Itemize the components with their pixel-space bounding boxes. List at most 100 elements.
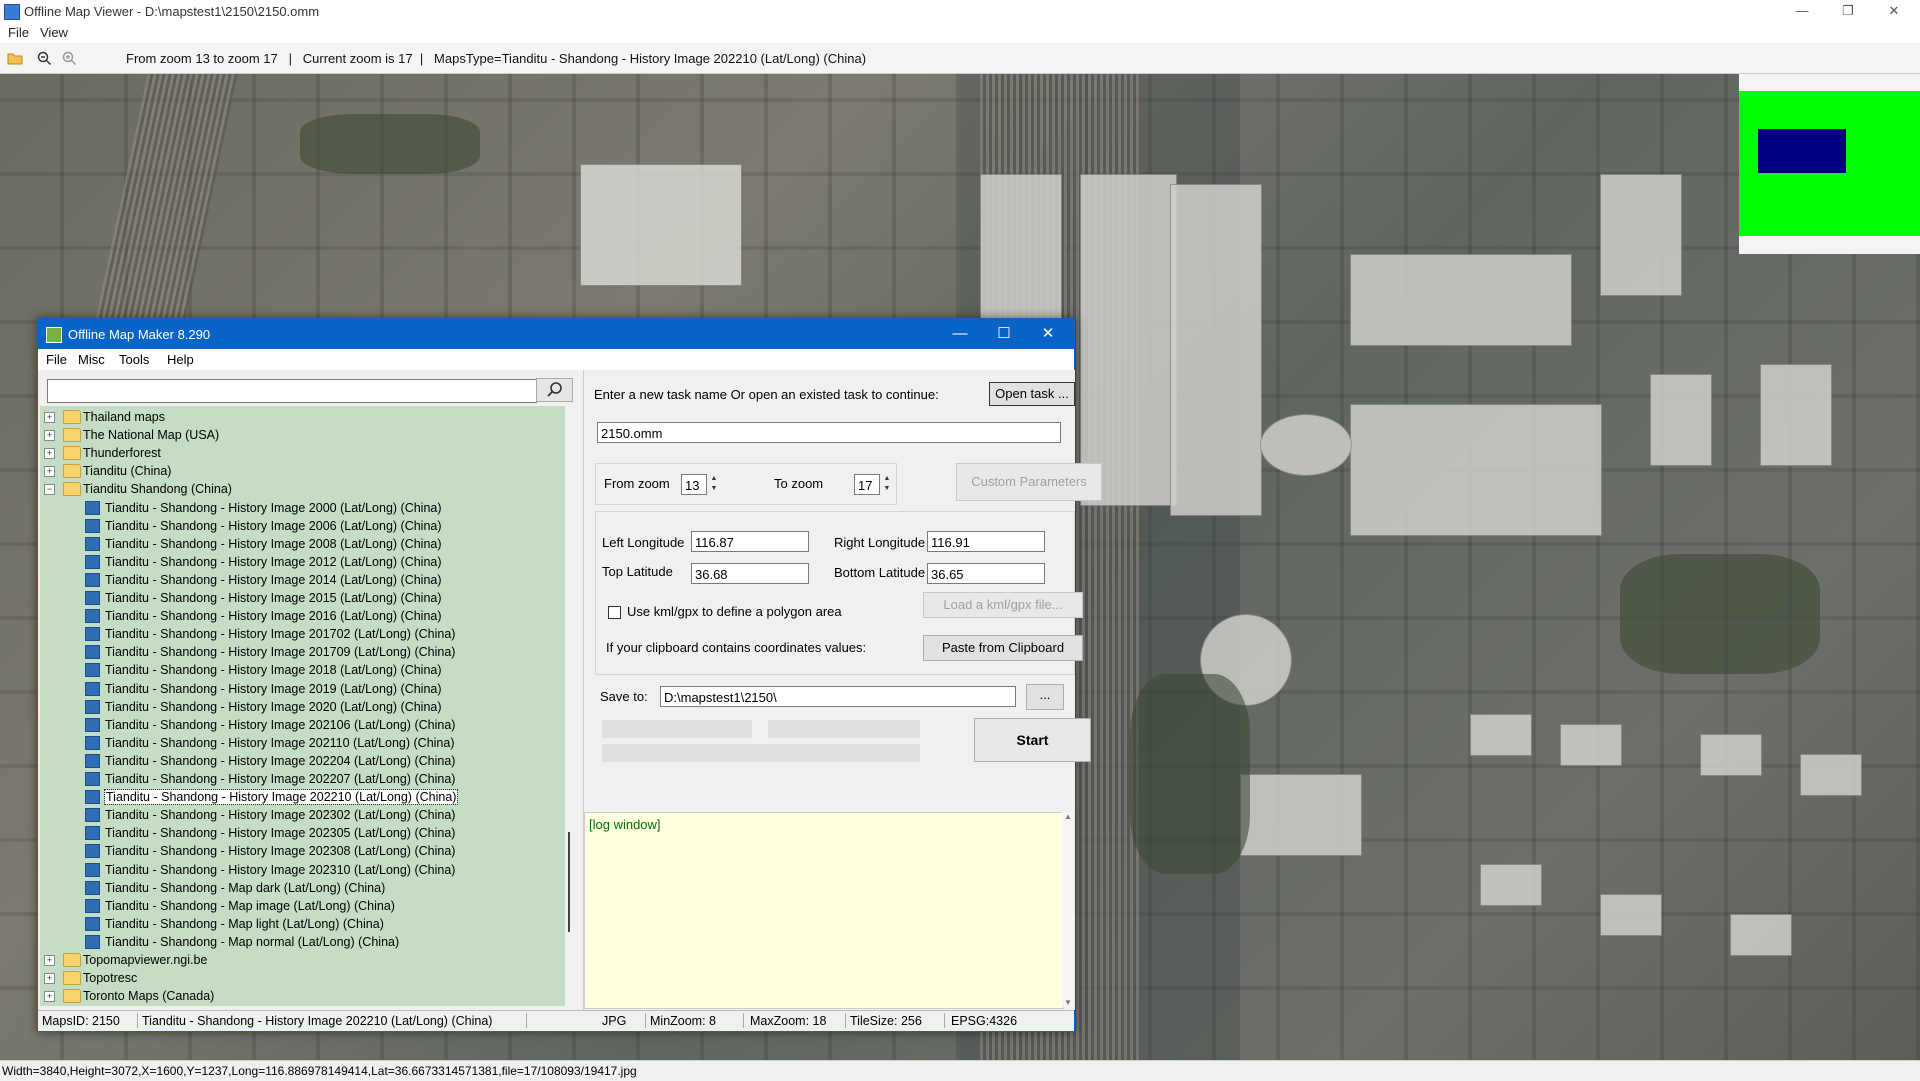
- tree-folder-item[interactable]: + Tianditu (China): [40, 462, 560, 480]
- open-folder-icon[interactable]: [7, 51, 23, 65]
- search-icon: [546, 382, 562, 397]
- task-name-input[interactable]: 2150.omm: [597, 422, 1061, 443]
- station-roof-3: [1170, 184, 1262, 516]
- top-latitude-input[interactable]: 36.68: [691, 563, 809, 584]
- tree-folder-item[interactable]: + Thunderforest: [40, 444, 560, 462]
- tree-map-item[interactable]: Tianditu - Shandong - History Image 2021…: [40, 734, 560, 752]
- tree-map-item[interactable]: Tianditu - Shandong - History Image 2023…: [40, 861, 560, 879]
- tree-map-item[interactable]: Tianditu - Shandong - History Image 2019…: [40, 680, 560, 698]
- dialog-minimize-button[interactable]: —: [938, 319, 982, 349]
- dialog-title-bar: Offline Map Maker 8.290 — ☐ ✕: [38, 319, 1074, 349]
- open-task-button[interactable]: Open task ...: [989, 382, 1075, 406]
- collapse-icon[interactable]: −: [44, 484, 55, 496]
- tree-map-item[interactable]: Tianditu - Shandong - History Image 2020…: [40, 698, 560, 716]
- map-search-input[interactable]: [47, 379, 537, 403]
- tree-map-item[interactable]: Tianditu - Shandong - Map light (Lat/Lon…: [40, 915, 560, 933]
- dialog-menu-file[interactable]: File: [46, 352, 67, 367]
- tree-folder-item[interactable]: + The National Map (USA): [40, 426, 560, 444]
- building-5: [1760, 364, 1832, 466]
- log-window[interactable]: [log window]: [584, 812, 1064, 1009]
- dialog-close-button[interactable]: ✕: [1026, 319, 1070, 349]
- folder-icon: [63, 428, 81, 443]
- zoom-in-icon[interactable]: [62, 51, 78, 65]
- close-button[interactable]: ✕: [1872, 0, 1916, 23]
- menu-view[interactable]: View: [40, 25, 68, 40]
- map-source-panel: + Thailand maps + The National Map (USA) + Th…: [38, 370, 575, 1010]
- expand-icon[interactable]: +: [44, 448, 55, 460]
- tree-map-item[interactable]: Tianditu - Shandong - History Image 2008…: [40, 535, 560, 553]
- tree-map-item[interactable]: Tianditu - Shandong - History Image 2000…: [40, 499, 560, 517]
- tree-folder-item[interactable]: + Topomapviewer.ngi.be: [40, 951, 560, 969]
- tree-map-item[interactable]: Tianditu - Shandong - History Image 2006…: [40, 517, 560, 535]
- dialog-maximize-button[interactable]: ☐: [982, 319, 1026, 349]
- browse-button[interactable]: ...: [1026, 684, 1064, 710]
- expand-icon[interactable]: +: [44, 430, 55, 442]
- tree-map-item[interactable]: Tianditu - Shandong - History Image 2023…: [40, 842, 560, 860]
- expand-icon[interactable]: +: [44, 991, 55, 1003]
- tree-folder-item[interactable]: + Topotresc: [40, 969, 560, 987]
- to-zoom-input[interactable]: 17: [854, 474, 880, 495]
- zoom-out-icon[interactable]: [37, 51, 53, 65]
- tree-map-item[interactable]: Tianditu - Shandong - History Image 2023…: [40, 806, 560, 824]
- map-source-tree[interactable]: + Thailand maps + The National Map (USA) + Th…: [40, 406, 565, 1006]
- expand-icon[interactable]: +: [44, 955, 55, 966]
- paste-clipboard-button[interactable]: Paste from Clipboard: [923, 635, 1083, 661]
- top-latitude-label: Top Latitude: [602, 564, 673, 579]
- tree-map-item[interactable]: Tianditu - Shandong - History Image 2012…: [40, 553, 560, 571]
- task-prompt: Enter a new task name Or open an existed…: [594, 387, 939, 402]
- tree-folder-item[interactable]: − Tianditu Shandong (China): [40, 480, 560, 498]
- minimize-button[interactable]: —: [1780, 0, 1824, 23]
- tree-map-item[interactable]: Tianditu - Shandong - History Image 2017…: [40, 625, 560, 643]
- tree-scrollbar-thumb[interactable]: [568, 832, 570, 932]
- dialog-menu-help[interactable]: Help: [167, 352, 194, 367]
- progress-bar-3: [602, 744, 920, 762]
- tree-folder-item[interactable]: + Thailand maps: [40, 408, 560, 426]
- log-scrollbar[interactable]: ▲ ▼: [1062, 812, 1074, 1007]
- viewer-title-bar: Offline Map Viewer - D:\mapstest1\2150\2…: [0, 0, 1920, 23]
- map-icon: [85, 572, 100, 587]
- dialog-title: Offline Map Maker 8.290: [68, 327, 211, 342]
- tree-map-item[interactable]: Tianditu - Shandong - History Image 2021…: [40, 716, 560, 734]
- building-8: [1700, 734, 1762, 776]
- tree-map-item[interactable]: Tianditu - Shandong - History Image 2022…: [40, 770, 560, 788]
- bottom-latitude-input[interactable]: 36.65: [927, 563, 1045, 584]
- tree-scrollbar[interactable]: [565, 406, 575, 1006]
- map-maker-dialog: Offline Map Maker 8.290 — ☐ ✕ File Misc …: [37, 318, 1102, 1032]
- tree-map-item[interactable]: Tianditu - Shandong - Map image (Lat/Lon…: [40, 897, 560, 915]
- overview-viewport[interactable]: [1758, 129, 1846, 173]
- left-longitude-input[interactable]: 116.87: [691, 531, 809, 552]
- expand-icon[interactable]: +: [44, 412, 55, 423]
- tree-map-item[interactable]: Tianditu - Shandong - History Image 2014…: [40, 571, 560, 589]
- from-zoom-input[interactable]: 13: [681, 474, 707, 495]
- kml-polygon-checkbox[interactable]: [608, 606, 621, 619]
- tree-map-item[interactable]: Tianditu - Shandong - History Image 2015…: [40, 589, 560, 607]
- tree-map-item[interactable]: Tianditu - Shandong - History Image 2016…: [40, 607, 560, 625]
- dialog-menu-misc[interactable]: Misc: [78, 352, 105, 367]
- map-icon: [85, 500, 100, 515]
- tree-map-item[interactable]: Tianditu - Shandong - Map dark (Lat/Long…: [40, 879, 560, 897]
- tree-map-item[interactable]: Tianditu - Shandong - History Image 2017…: [40, 643, 560, 661]
- dialog-menu-tools[interactable]: Tools: [119, 352, 149, 367]
- custom-parameters-button[interactable]: Custom Parameters: [956, 463, 1102, 501]
- map-search-button[interactable]: [536, 378, 573, 402]
- expand-icon[interactable]: +: [44, 973, 55, 985]
- overview-minimap[interactable]: [1739, 74, 1920, 254]
- menu-file[interactable]: File: [8, 25, 29, 40]
- save-to-input[interactable]: D:\mapstest1\2150\: [660, 686, 1016, 707]
- tree-map-item[interactable]: Tianditu - Shandong - History Image 2022…: [40, 788, 560, 806]
- start-button[interactable]: Start: [974, 718, 1091, 762]
- right-longitude-label: Right Longitude: [834, 535, 926, 550]
- tree-map-item[interactable]: Tianditu - Shandong - History Image 2023…: [40, 824, 560, 842]
- restore-button[interactable]: ❐: [1826, 0, 1870, 23]
- load-kml-button[interactable]: Load a kml/gpx file...: [923, 592, 1083, 618]
- tree-folder-item[interactable]: + Toronto Maps (Canada): [40, 987, 560, 1005]
- tree-map-item[interactable]: Tianditu - Shandong - History Image 2018…: [40, 661, 560, 679]
- tree-map-item[interactable]: Tianditu - Shandong - History Image 2022…: [40, 752, 560, 770]
- right-longitude-input[interactable]: 116.91: [927, 531, 1045, 552]
- tree-map-item[interactable]: Tianditu - Shandong - Map normal (Lat/Lo…: [40, 933, 560, 951]
- map-icon: [85, 554, 100, 569]
- to-zoom-stepper[interactable]: ▲ ▼: [880, 474, 894, 495]
- expand-icon[interactable]: +: [44, 466, 55, 478]
- from-zoom-stepper[interactable]: ▲ ▼: [707, 474, 721, 495]
- map-icon: [85, 609, 100, 624]
